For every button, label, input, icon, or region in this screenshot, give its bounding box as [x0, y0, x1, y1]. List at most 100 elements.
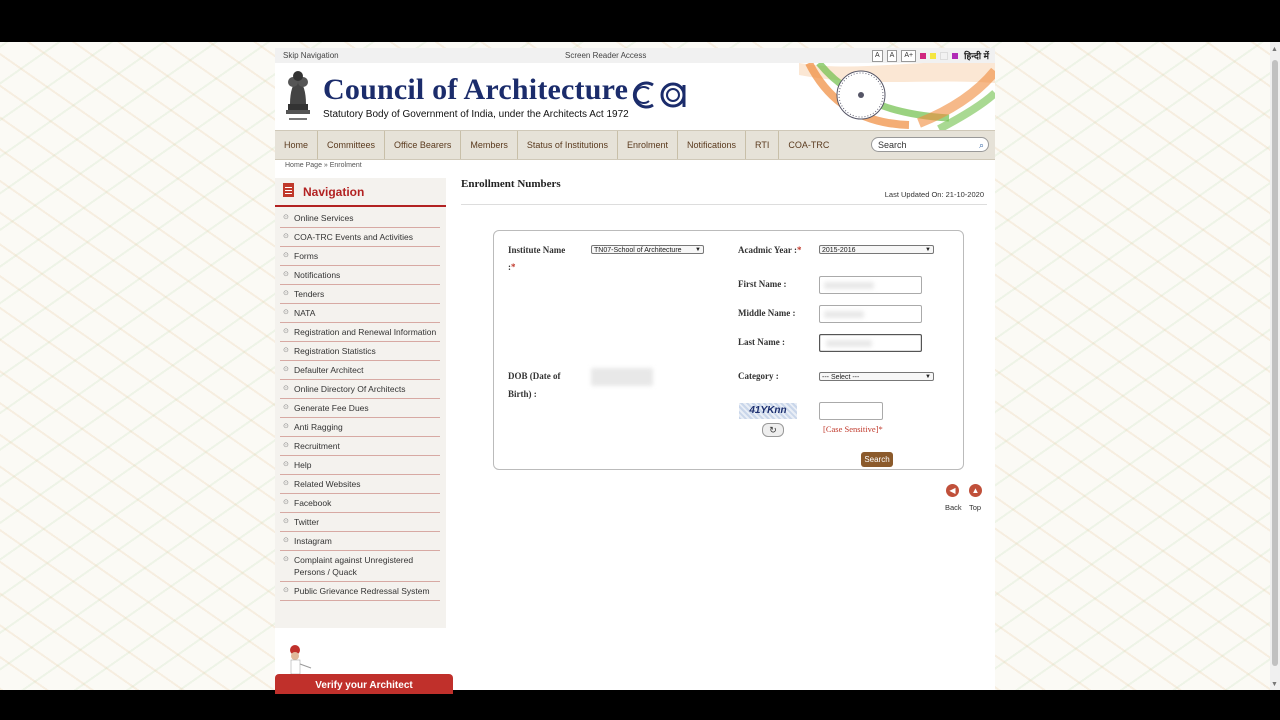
document-icon — [283, 183, 294, 197]
category-select[interactable]: --- Select --- ▼ — [819, 372, 934, 381]
sidebar-item-recruitment[interactable]: ⊙ Recruitment — [280, 437, 440, 456]
bullet-icon: ⊙ — [283, 587, 289, 594]
scroll-down-icon[interactable]: ▼ — [1271, 681, 1278, 688]
redacted-value — [826, 340, 872, 347]
captcha-refresh-button[interactable]: ↻ — [762, 423, 784, 437]
enrollment-search-form: Institute Name :* TN07-School of Archite… — [493, 230, 964, 470]
last-updated-text: Last Updated On: 21-10-2020 — [884, 190, 984, 199]
dob-field[interactable] — [591, 368, 653, 386]
bullet-icon: ⊙ — [283, 442, 289, 449]
sidebar: Navigation ⊙ Online Services ⊙ COA-TRC Eve… — [275, 178, 446, 628]
bullet-icon: ⊙ — [283, 214, 289, 221]
sidebar-item-public-grievance[interactable]: ⊙ Public Grievance Redressal System — [280, 582, 440, 601]
nav-committees[interactable]: Committees — [318, 131, 386, 159]
sidebar-item-nata[interactable]: ⊙ NATA — [280, 304, 440, 323]
middle-name-field[interactable] — [819, 305, 922, 323]
sidebar-item-related-websites[interactable]: ⊙ Related Websites — [280, 475, 440, 494]
bullet-icon: ⊙ — [283, 461, 289, 468]
bullet-icon: ⊙ — [283, 423, 289, 430]
breadcrumb[interactable]: Home Page » Enrolment — [285, 162, 362, 169]
scroll-thumb[interactable] — [1272, 60, 1278, 666]
nav-home[interactable]: Home — [275, 131, 319, 159]
academic-year-label: Acadmic Year :* — [738, 245, 802, 255]
middle-name-label: Middle Name : — [738, 308, 796, 318]
top-arrow-icon[interactable]: ▲ — [969, 484, 982, 497]
nav-enrolment[interactable]: Enrolment — [618, 131, 678, 159]
first-name-field[interactable] — [819, 276, 922, 294]
content-divider — [461, 204, 987, 205]
sidebar-item-twitter[interactable]: ⊙ Twitter — [280, 513, 440, 532]
font-decrease-button[interactable]: A — [872, 49, 883, 62]
required-marker: * — [796, 245, 802, 255]
sidebar-item-facebook[interactable]: ⊙ Facebook — [280, 494, 440, 513]
sidebar-item-instagram[interactable]: ⊙ Instagram — [280, 532, 440, 551]
sidebar-item-registration-renewal[interactable]: ⊙ Registration and Renewal Information — [280, 323, 440, 342]
back-link[interactable]: Back — [945, 503, 962, 512]
top-link[interactable]: Top — [969, 503, 981, 512]
site-title[interactable]: Council of Architecture — [323, 73, 628, 107]
search-button[interactable]: Search — [861, 452, 893, 467]
theme-purple-swatch[interactable] — [952, 52, 959, 59]
utility-bar: Skip Navigation Screen Reader Access A A… — [275, 48, 995, 63]
sidebar-item-defaulter-architect[interactable]: ⊙ Defaulter Architect — [280, 361, 440, 380]
skip-navigation-link[interactable]: Skip Navigation — [283, 51, 339, 60]
main-nav: Home Committees Office Bearers Members S… — [275, 130, 995, 160]
site-subtitle: Statutory Body of Government of India, u… — [323, 109, 629, 120]
last-name-label: Last Name : — [738, 337, 785, 347]
page-container: Skip Navigation Screen Reader Access A A… — [275, 48, 995, 694]
sidebar-item-notifications[interactable]: ⊙ Notifications — [280, 266, 440, 285]
sidebar-item-online-services[interactable]: ⊙ Online Services — [280, 209, 440, 228]
bullet-icon: ⊙ — [283, 537, 289, 544]
case-sensitive-note: [Case Sensitive]* — [823, 424, 883, 434]
theme-pink-swatch[interactable] — [920, 52, 927, 59]
tricolor-chakra-art — [799, 63, 995, 130]
refresh-icon: ↻ — [769, 425, 777, 435]
scroll-up-icon[interactable]: ▲ — [1271, 46, 1278, 53]
sidebar-item-anti-ragging[interactable]: ⊙ Anti Ragging — [280, 418, 440, 437]
back-arrow-icon[interactable]: ◀ — [946, 484, 959, 497]
search-icon[interactable]: ⌕ — [979, 138, 984, 153]
nav-status-of-institutions[interactable]: Status of Institutions — [518, 131, 618, 159]
captcha-input[interactable] — [819, 402, 883, 420]
nav-rti[interactable]: RTI — [746, 131, 780, 159]
hindi-language-link[interactable]: हिन्दी में — [964, 49, 989, 62]
site-search-input[interactable]: Search ⌕ — [871, 137, 989, 152]
font-normal-button[interactable]: A — [886, 49, 898, 62]
verify-architect-button[interactable]: Verify your Architect — [275, 674, 453, 694]
last-name-field[interactable] — [819, 334, 922, 352]
theme-white-swatch[interactable] — [940, 51, 949, 60]
sidebar-item-help[interactable]: ⊙ Help — [280, 456, 440, 475]
dob-label-line1: DOB (Date of — [508, 371, 561, 381]
page-scrollbar[interactable]: ▲ ▼ — [1270, 42, 1280, 690]
sidebar-item-forms[interactable]: ⊙ Forms — [280, 247, 440, 266]
sidebar-item-complaint-quack[interactable]: ⊙ Complaint against Unregistered Persons … — [280, 551, 440, 582]
nav-coa-trc[interactable]: COA-TRC — [779, 131, 838, 159]
captcha-image: 41YKnn — [739, 403, 797, 419]
institute-select[interactable]: TN07-School of Architecture ▼ — [591, 245, 704, 254]
bullet-icon: ⊙ — [283, 499, 289, 506]
sidebar-item-tenders[interactable]: ⊙ Tenders — [280, 285, 440, 304]
academic-year-select[interactable]: 2015-2016 ▼ — [819, 245, 934, 254]
redacted-value — [824, 282, 874, 289]
category-label: Category : — [738, 371, 779, 381]
nav-members[interactable]: Members — [461, 131, 518, 159]
sidebar-item-registration-statistics[interactable]: ⊙ Registration Statistics — [280, 342, 440, 361]
sidebar-item-online-directory[interactable]: ⊙ Online Directory Of Architects — [280, 380, 440, 399]
sidebar-header: Navigation — [275, 178, 446, 207]
first-name-label: First Name : — [738, 279, 787, 289]
bullet-icon: ⊙ — [283, 480, 289, 487]
search-placeholder: Search — [878, 140, 907, 150]
font-increase-button[interactable]: A+ — [901, 49, 917, 62]
page-nav-icons: ◀ ▲ Back Top — [945, 484, 995, 516]
bullet-icon: ⊙ — [283, 233, 289, 240]
sidebar-item-coa-trc-events[interactable]: ⊙ COA-TRC Events and Activities — [280, 228, 440, 247]
nav-office-bearers[interactable]: Office Bearers — [385, 131, 462, 159]
screen-reader-access-link[interactable]: Screen Reader Access — [565, 51, 646, 60]
sidebar-list: ⊙ Online Services ⊙ COA-TRC Events and Act… — [280, 209, 440, 601]
chevron-down-icon: ▼ — [925, 247, 931, 253]
nav-notifications[interactable]: Notifications — [678, 131, 747, 159]
bullet-icon: ⊙ — [283, 366, 289, 373]
bullet-icon: ⊙ — [283, 328, 289, 335]
theme-yellow-swatch[interactable] — [930, 52, 937, 59]
sidebar-item-generate-fee-dues[interactable]: ⊙ Generate Fee Dues — [280, 399, 440, 418]
